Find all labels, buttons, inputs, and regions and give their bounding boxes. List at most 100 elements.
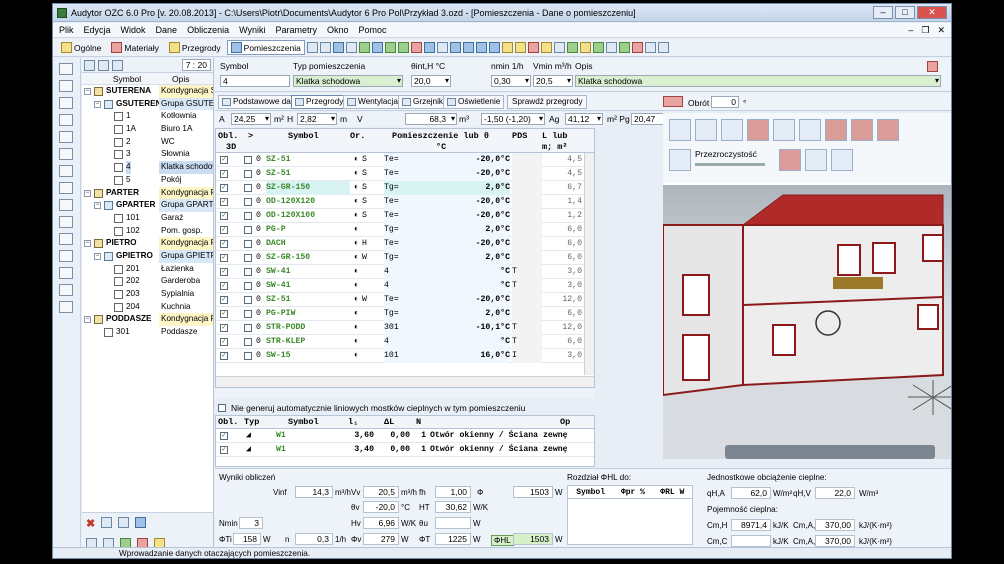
table-row[interactable]: ✓ 0 SZ-51 ◐ W Te= -20,0°C 12,0 bbox=[216, 293, 594, 307]
menu-obliczenia[interactable]: Obliczenia bbox=[187, 23, 229, 37]
row-room[interactable]: 4 bbox=[384, 279, 430, 293]
row-pds[interactable] bbox=[512, 251, 542, 265]
height-field[interactable]: 2,82 bbox=[297, 113, 337, 125]
tree-col-symbol[interactable]: Symbol bbox=[82, 73, 172, 84]
col-symbol[interactable]: Symbol bbox=[568, 486, 613, 498]
row-3d-checkbox[interactable] bbox=[244, 310, 252, 318]
row-calc-checkbox[interactable]: ✓ bbox=[220, 296, 228, 304]
table-row[interactable]: ✓ 0 OD-120X120 ◐ S Te= -20,0°C 1,4 bbox=[216, 195, 594, 209]
tab-grzejniki[interactable]: Grzejniki bbox=[398, 95, 449, 109]
tree-tool-icon[interactable] bbox=[118, 517, 130, 528]
opis-field[interactable]: Klatka schodowa bbox=[575, 75, 941, 87]
row-calc-checkbox[interactable]: ✓ bbox=[220, 268, 228, 276]
table-row[interactable]: ✓ ◢ W1 3,40 0,00 1 Otwór okienny / Ściana zewn… bbox=[216, 443, 594, 457]
calculator-icon[interactable] bbox=[59, 301, 73, 313]
row-temperature[interactable]: 2,0°C bbox=[430, 181, 510, 195]
row-room[interactable]: Tg= bbox=[384, 181, 430, 195]
mdi-restore-button[interactable]: ❐ bbox=[921, 23, 929, 38]
row-room[interactable]: Te= bbox=[384, 293, 430, 307]
tool-icon[interactable] bbox=[449, 42, 461, 53]
table-row[interactable]: ✓ 0 DACH ◐ H Te= -20,0°C 6,0 bbox=[216, 237, 594, 251]
col-symbol[interactable]: Symbol bbox=[288, 417, 319, 427]
house-view-icon[interactable] bbox=[851, 119, 873, 141]
row-symbol[interactable]: STR-KLEP bbox=[266, 335, 350, 349]
view-icon[interactable] bbox=[669, 149, 691, 171]
col-typ[interactable]: Typ bbox=[244, 417, 259, 427]
toolbar-tab-przegrody[interactable]: Przegrody bbox=[165, 40, 225, 55]
splitter[interactable] bbox=[215, 389, 595, 399]
row-pds[interactable] bbox=[512, 153, 542, 167]
temp-field[interactable]: 20,0 bbox=[411, 75, 451, 87]
table-row[interactable]: ✓ 0 PG-PIW ◐ Tg= 2,0°C 6,0 bbox=[216, 307, 594, 321]
col-obl[interactable]: Obl. bbox=[218, 417, 238, 427]
tree-col-opis[interactable]: Opis bbox=[172, 73, 189, 84]
col-l1[interactable]: l₁ bbox=[348, 417, 358, 427]
tree-tool-icon[interactable] bbox=[101, 517, 113, 528]
row-room[interactable]: Te= bbox=[384, 167, 430, 181]
volume-field[interactable]: 68,3 bbox=[405, 113, 457, 125]
tree-item[interactable]: 3 Słownia bbox=[82, 148, 213, 161]
tool-icon[interactable] bbox=[306, 42, 318, 53]
tool-icon[interactable] bbox=[475, 42, 487, 53]
no-auto-bridges-option[interactable]: Nie generuj automatycznie liniowych most… bbox=[215, 401, 595, 415]
row-pds[interactable] bbox=[512, 237, 542, 251]
row-calc-checkbox[interactable]: ✓ bbox=[220, 282, 228, 290]
check-walls-button[interactable]: Sprawdź przegrody bbox=[507, 95, 587, 109]
tree-item[interactable]: 101 Garaż bbox=[82, 212, 213, 225]
redo-icon[interactable] bbox=[59, 182, 73, 194]
row-pds[interactable] bbox=[512, 293, 542, 307]
tool-icon[interactable] bbox=[384, 42, 396, 53]
minimize-button[interactable]: – bbox=[873, 6, 893, 19]
table-row[interactable]: ✓ 0 SZ-51 ◐ S Te= -20,0°C 4,5 bbox=[216, 167, 594, 181]
tree-item[interactable]: 102 Pom. gosp. bbox=[82, 225, 213, 238]
row-symbol[interactable]: PG-P bbox=[266, 223, 350, 237]
row-temperature[interactable]: -20,0°C bbox=[430, 167, 510, 181]
tool-icon[interactable] bbox=[332, 42, 344, 53]
row-temperature[interactable]: -10,1°C bbox=[430, 321, 510, 335]
row-pds[interactable] bbox=[512, 307, 542, 321]
row-temperature[interactable]: 2,0°C bbox=[430, 307, 510, 321]
row-symbol[interactable]: OD-120X100 bbox=[266, 209, 350, 223]
tree-item[interactable]: − PODDASZE Kondygnacja PODDASZE bbox=[82, 313, 213, 327]
col-room[interactable]: Pomieszczenie lub θ bbox=[392, 131, 489, 141]
save-icon[interactable] bbox=[59, 97, 73, 109]
row-temperature[interactable]: °C bbox=[430, 279, 510, 293]
toolbar-tab-materialy[interactable]: Materiały bbox=[107, 40, 162, 55]
tab-oswietlenie[interactable]: Oświetlenie bbox=[443, 95, 505, 109]
row-pds[interactable] bbox=[512, 195, 542, 209]
no-auto-bridges-checkbox[interactable] bbox=[218, 404, 226, 412]
row-3d-checkbox[interactable] bbox=[244, 184, 252, 192]
tree-item[interactable]: 5 Pokój bbox=[82, 174, 213, 187]
tool-icon[interactable] bbox=[514, 42, 526, 53]
zoom-icon[interactable] bbox=[721, 119, 743, 141]
row-room[interactable]: Te= bbox=[384, 209, 430, 223]
toolbar-tab-ogolne[interactable]: Ogólne bbox=[57, 40, 105, 55]
house-view-icon[interactable] bbox=[877, 119, 899, 141]
table-row[interactable]: ✓ 0 SZ-51 ◐ S Te= -20,0°C 4,5 bbox=[216, 153, 594, 167]
col-op[interactable]: Op bbox=[560, 417, 570, 427]
row-3d-checkbox[interactable] bbox=[244, 156, 252, 164]
row-symbol[interactable]: STR-PODD bbox=[266, 321, 350, 335]
row-3d-checkbox[interactable] bbox=[244, 296, 252, 304]
tool-icon[interactable] bbox=[358, 42, 370, 53]
house-view-icon[interactable] bbox=[799, 119, 821, 141]
tree-tool-icon[interactable] bbox=[98, 59, 109, 71]
col-phipr[interactable]: Φpr % bbox=[613, 486, 652, 498]
search-icon[interactable] bbox=[59, 284, 73, 296]
expand-icon[interactable]: − bbox=[94, 202, 101, 210]
house-view-icon[interactable] bbox=[747, 119, 769, 141]
vmin-field[interactable]: 20,5 bbox=[533, 75, 573, 87]
row-temperature[interactable]: -20,0°C bbox=[430, 293, 510, 307]
tree-item[interactable]: 204 Kuchnia bbox=[82, 301, 213, 314]
delete-icon[interactable] bbox=[59, 250, 73, 262]
menu-widok[interactable]: Widok bbox=[121, 23, 146, 37]
tree-item[interactable]: 301 Poddasze bbox=[82, 326, 213, 339]
expand-icon[interactable]: − bbox=[84, 88, 91, 95]
row-symbol[interactable]: DACH bbox=[266, 237, 350, 251]
row-temperature[interactable]: -20,0°C bbox=[430, 209, 510, 223]
tree-item[interactable]: 203 Sypialnia bbox=[82, 288, 213, 301]
obrot-field[interactable]: 0 bbox=[711, 96, 739, 108]
row-temperature[interactable]: 2,0°C bbox=[430, 223, 510, 237]
tree-item[interactable]: − PIETRO Kondygnacja PIETRO bbox=[82, 237, 213, 250]
tool-icon[interactable] bbox=[59, 148, 73, 160]
